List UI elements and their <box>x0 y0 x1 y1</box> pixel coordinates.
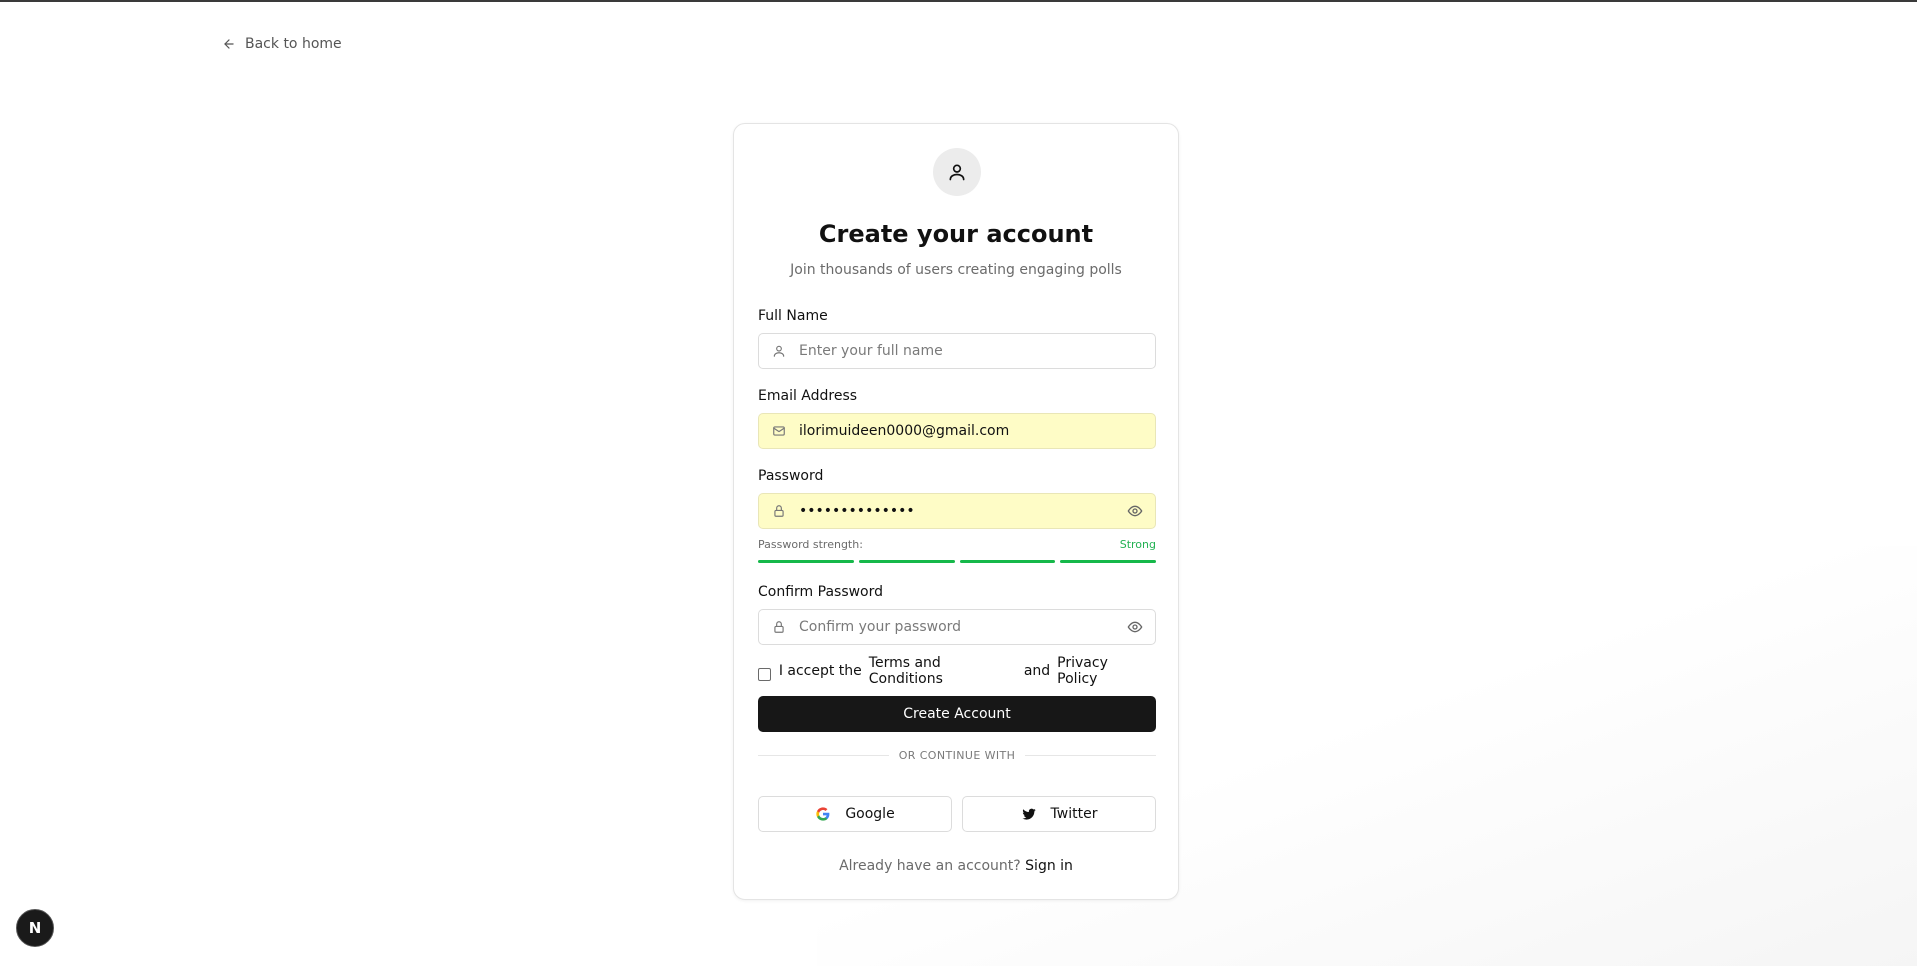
terms-conjunction: and <box>1023 663 1051 679</box>
strength-bar-segment <box>1060 560 1156 563</box>
signup-card: Create your account Join thousands of us… <box>733 123 1179 900</box>
terms-link[interactable]: Terms and Conditions <box>869 655 1017 687</box>
strength-meter <box>758 560 1156 563</box>
twitter-label: Twitter <box>1050 806 1098 822</box>
google-icon <box>816 807 830 821</box>
password-strength: Password strength: Strong <box>758 538 1156 552</box>
user-icon <box>771 343 787 359</box>
email-field <box>758 413 1156 449</box>
email-label: Email Address <box>758 388 858 404</box>
avatar <box>933 148 981 196</box>
lock-icon <box>771 619 787 635</box>
confirm-password-input[interactable] <box>799 610 1127 644</box>
user-icon <box>949 164 965 181</box>
back-to-home-link[interactable]: Back to home <box>222 34 342 54</box>
signin-row: Already have an account? Sign in <box>734 858 1178 874</box>
strength-label: Password strength: <box>758 538 863 551</box>
arrow-left-icon <box>224 39 234 49</box>
mail-icon <box>771 423 787 439</box>
strength-value: Strong <box>1119 538 1156 551</box>
privacy-link[interactable]: Privacy Policy <box>1057 655 1151 687</box>
page-subtitle: Join thousands of users creating engagin… <box>790 262 1122 278</box>
page-title: Create your account <box>818 220 1094 248</box>
full-name-label: Full Name <box>758 308 828 324</box>
twitter-icon <box>1021 808 1036 820</box>
eye-icon[interactable] <box>1127 503 1143 519</box>
divider-line <box>758 754 889 756</box>
lock-icon <box>771 503 787 519</box>
signin-prompt: Already have an account? <box>839 858 1021 874</box>
full-name-field <box>758 333 1156 369</box>
password-input[interactable] <box>799 494 1127 528</box>
signin-link[interactable]: Sign in <box>1025 858 1073 874</box>
social-divider: OR CONTINUE WITH <box>758 748 1157 762</box>
back-link-label: Back to home <box>245 36 342 52</box>
password-field <box>758 493 1156 529</box>
divider-text: OR CONTINUE WITH <box>898 748 1016 762</box>
google-button[interactable]: Google <box>758 796 952 832</box>
google-label: Google <box>845 806 895 822</box>
divider-line <box>1025 754 1157 756</box>
confirm-password-field <box>758 609 1156 645</box>
strength-bar-segment <box>858 560 955 563</box>
strength-bar-segment <box>959 560 1056 563</box>
eye-icon[interactable] <box>1127 619 1143 635</box>
terms-row: I accept the Terms and Conditions and Pr… <box>758 655 1158 687</box>
email-input[interactable] <box>799 414 1155 448</box>
top-border <box>0 0 1917 2</box>
strength-bar-segment <box>758 560 854 563</box>
terms-checkbox[interactable] <box>758 667 771 681</box>
terms-prefix: I accept the <box>778 663 862 679</box>
full-name-input[interactable] <box>799 334 1155 368</box>
dev-tools-badge[interactable]: N <box>16 909 54 947</box>
confirm-password-label: Confirm Password <box>758 584 884 600</box>
password-label: Password <box>758 468 824 484</box>
create-account-button[interactable]: Create Account <box>758 696 1156 732</box>
twitter-button[interactable]: Twitter <box>962 796 1156 832</box>
